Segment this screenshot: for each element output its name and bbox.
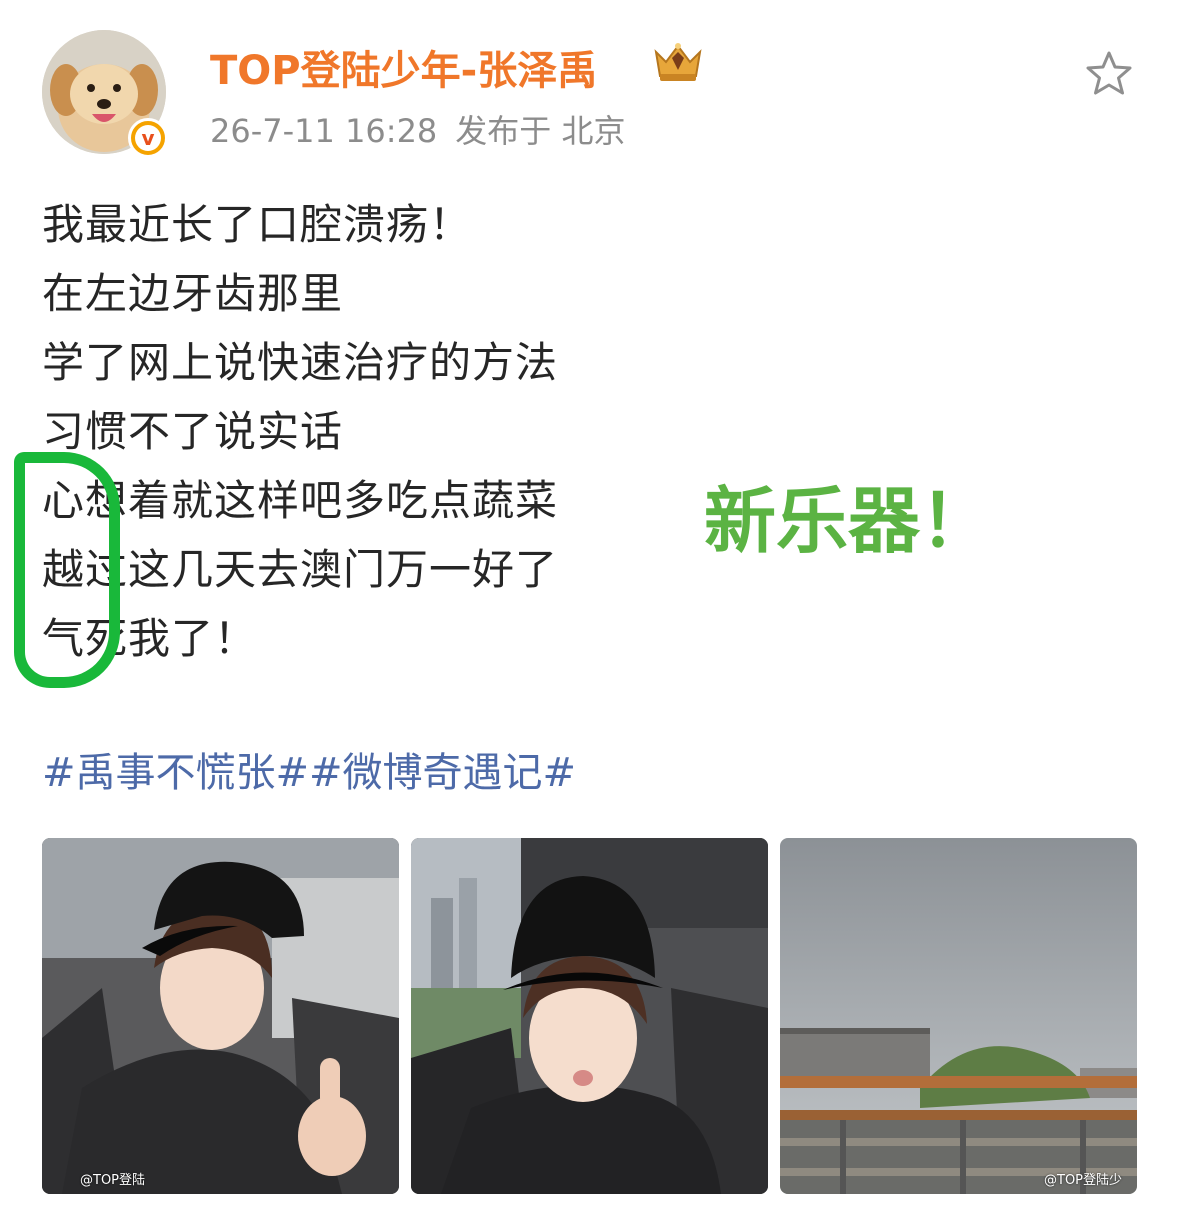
- photo-watermark: @TOP登陆: [80, 1173, 146, 1188]
- hashtag-row: #禹事不慌张##微博奇遇记#: [42, 740, 576, 798]
- post-location: 发布于 北京: [455, 112, 626, 150]
- verified-badge-icon: v: [128, 118, 168, 158]
- post-line: 我最近长了口腔溃疡！: [42, 200, 473, 249]
- username-link[interactable]: TOP登陆少年-张泽禹: [210, 38, 597, 96]
- post-line: 在左边牙齿那里: [42, 269, 344, 318]
- annotation-text: 新乐器！: [704, 479, 993, 563]
- post-timestamp: 26-7-11 16:28: [210, 112, 438, 150]
- photo-thumbnail-1[interactable]: @TOP登陆: [42, 838, 399, 1194]
- hashtag-link[interactable]: #禹事不慌张#: [42, 750, 309, 796]
- photo-watermark: @TOP登陆少: [1044, 1173, 1123, 1188]
- post-line: 习惯不了说实话: [42, 407, 344, 456]
- star-outline-icon[interactable]: [1084, 50, 1134, 98]
- post-line: 学了网上说快速治疗的方法: [42, 338, 559, 387]
- photo-thumbnail-3[interactable]: @TOP登陆少: [780, 838, 1137, 1194]
- crown-badge-icon[interactable]: [650, 40, 706, 88]
- hashtag-link[interactable]: #微博奇遇记#: [309, 750, 576, 796]
- annotation-bracket: [14, 452, 120, 688]
- photo-thumbnail-2[interactable]: [411, 838, 768, 1194]
- verified-mark: v: [135, 125, 161, 151]
- post-meta: 26-7-11 16:28 发布于 北京: [210, 106, 625, 152]
